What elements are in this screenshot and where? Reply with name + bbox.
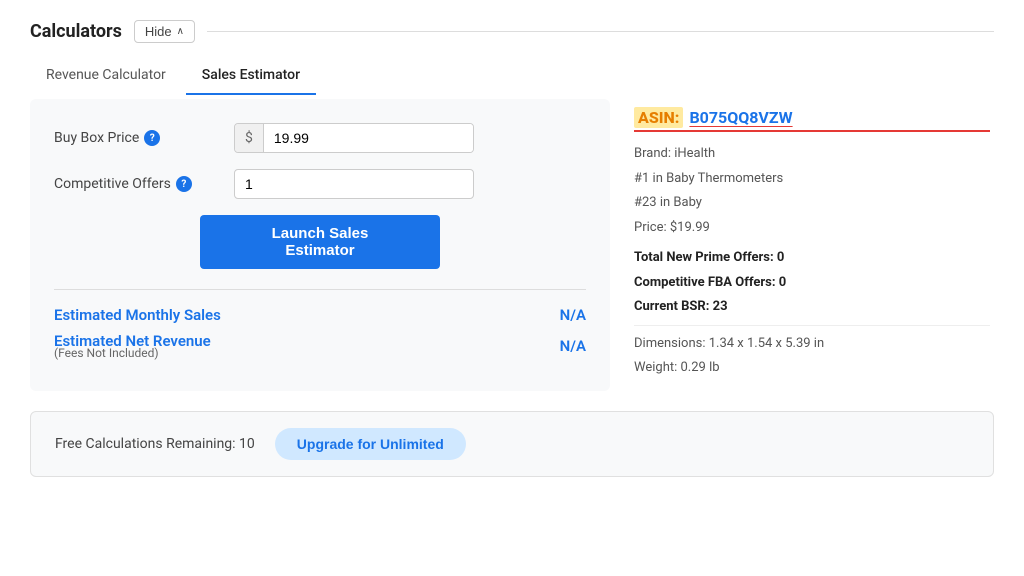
asin-value[interactable]: B075QQ8VZW	[689, 108, 792, 127]
bottom-bar: Free Calculations Remaining: 10 Upgrade …	[30, 411, 994, 477]
competitive-offers-row: Competitive Offers ?	[54, 169, 586, 199]
upgrade-button[interactable]: Upgrade for Unlimited	[275, 428, 466, 460]
asin-underline	[634, 130, 990, 132]
net-revenue-label-group: Estimated Net Revenue (Fees Not Included…	[54, 332, 211, 360]
net-revenue-row: Estimated Net Revenue (Fees Not Included…	[54, 332, 586, 360]
buy-box-price-label: Buy Box Price ?	[54, 130, 234, 146]
dimensions-line: Dimensions: 1.34 x 1.54 x 5.39 in	[634, 334, 990, 354]
buy-box-price-input[interactable]	[264, 124, 473, 152]
rank2-line: #23 in Baby	[634, 193, 990, 213]
main-content: Buy Box Price ? $ Competitive Offers ? L…	[30, 99, 994, 391]
competitive-fba-line: Competitive FBA Offers: 0	[634, 273, 990, 293]
asin-row: ASIN: B075QQ8VZW	[634, 107, 990, 128]
monthly-sales-label: Estimated Monthly Sales	[54, 306, 221, 324]
brand-line: Brand: iHealth	[634, 144, 990, 164]
calculators-header: Calculators Hide ∧	[30, 20, 994, 43]
weight-line: Weight: 0.29 lb	[634, 358, 990, 378]
info-divider	[634, 325, 990, 326]
total-new-prime-line: Total New Prime Offers: 0	[634, 248, 990, 268]
tab-revenue-calculator[interactable]: Revenue Calculator	[30, 59, 182, 95]
results-divider	[54, 289, 586, 290]
launch-sales-estimator-button[interactable]: Launch Sales Estimator	[200, 215, 440, 269]
price-line: Price: $19.99	[634, 218, 990, 238]
rank1-line: #1 in Baby Thermometers	[634, 169, 990, 189]
tabs-container: Revenue Calculator Sales Estimator	[30, 59, 994, 95]
asin-label: ASIN:	[634, 107, 683, 128]
current-bsr-line: Current BSR: 23	[634, 297, 990, 317]
chevron-up-icon: ∧	[177, 26, 184, 37]
dollar-prefix: $	[235, 124, 264, 152]
monthly-sales-row: Estimated Monthly Sales N/A	[54, 306, 586, 324]
competitive-offers-input[interactable]	[234, 169, 474, 199]
competitive-offers-help-icon[interactable]: ?	[176, 176, 192, 192]
tab-sales-estimator[interactable]: Sales Estimator	[186, 59, 316, 95]
hide-label: Hide	[145, 24, 172, 39]
launch-button-row: Launch Sales Estimator	[54, 215, 586, 269]
buy-box-price-input-wrapper: $	[234, 123, 474, 153]
buy-box-price-help-icon[interactable]: ?	[144, 130, 160, 146]
header-divider	[207, 31, 994, 32]
monthly-sales-value: N/A	[560, 306, 586, 324]
buy-box-price-row: Buy Box Price ? $	[54, 123, 586, 153]
competitive-offers-label: Competitive Offers ?	[54, 176, 234, 192]
calculator-panel: Buy Box Price ? $ Competitive Offers ? L…	[30, 99, 610, 391]
hide-button[interactable]: Hide ∧	[134, 20, 195, 43]
net-revenue-value: N/A	[560, 337, 586, 355]
page-title: Calculators	[30, 21, 122, 42]
free-calculations-text: Free Calculations Remaining: 10	[55, 436, 255, 452]
product-info-panel: ASIN: B075QQ8VZW Brand: iHealth #1 in Ba…	[630, 99, 994, 391]
